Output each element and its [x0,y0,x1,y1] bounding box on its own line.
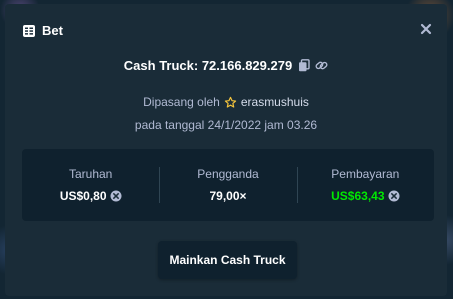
multiplier-value: 79,00× [209,189,247,203]
wager-value: US$0,80 [59,189,107,203]
username-link[interactable]: erasmushuis [241,95,309,109]
payout-value: US$63,43 [331,189,385,203]
placed-date: pada tanggal 24/1/2022 jam 03.26 [134,118,318,132]
star-icon [224,96,237,109]
wager-stat: Taruhan US$0,80 [22,149,159,221]
copy-icon[interactable] [297,59,310,72]
payout-label: Pembayaran [331,167,400,181]
modal-header: Bet [22,23,63,38]
wager-label: Taruhan [68,167,113,181]
coin-icon [388,190,400,202]
game-title-row: Cash Truck: 72.166.829.279 [5,58,447,73]
receipt-icon [22,24,36,38]
play-game-button[interactable]: Mainkan Cash Truck [158,241,297,279]
payout-stat: Pembayaran US$63,43 [296,149,434,221]
close-icon [420,23,432,35]
placed-by-row: Dipasang oleh erasmushuis [5,95,447,109]
close-button[interactable] [419,22,433,36]
bet-stats-panel: Taruhan US$0,80 Pengganda 79,00× Pembaya… [22,149,434,221]
multiplier-label: Pengganda [197,167,259,181]
payout-value-row: US$63,43 [331,189,399,203]
modal-title: Bet [42,23,63,38]
wager-value-row: US$0,80 [60,189,122,203]
multiplier-stat: Pengganda 79,00× [159,149,296,221]
coin-icon [110,190,122,202]
link-icon[interactable] [315,59,328,72]
game-title: Cash Truck: 72.166.829.279 [123,58,293,73]
bet-modal: Bet Cash Truck: 72.166.829.279 Dipasang … [5,4,447,296]
placed-by-label: Dipasang oleh [143,95,220,109]
